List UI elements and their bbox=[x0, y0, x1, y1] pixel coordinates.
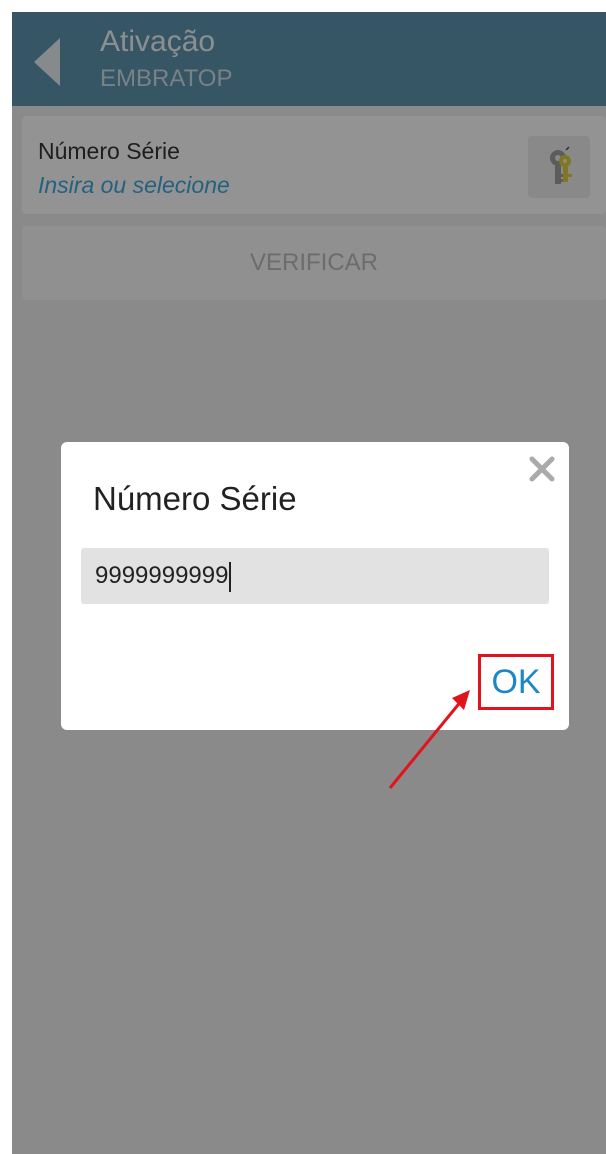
dialog-title: Número Série bbox=[93, 480, 297, 517]
close-icon[interactable] bbox=[527, 454, 557, 484]
app-screen: Ativação EMBRATOP Número Série Insira ou… bbox=[12, 12, 606, 1154]
serial-number-input-value: 9999999999 bbox=[95, 562, 229, 589]
serial-number-dialog: Número Série 9999999999 OK bbox=[61, 442, 569, 730]
serial-number-input[interactable]: 9999999999 bbox=[81, 548, 549, 604]
text-caret bbox=[229, 561, 232, 592]
annotation-arrow-icon bbox=[388, 690, 470, 789]
ok-button[interactable]: OK bbox=[478, 654, 554, 710]
